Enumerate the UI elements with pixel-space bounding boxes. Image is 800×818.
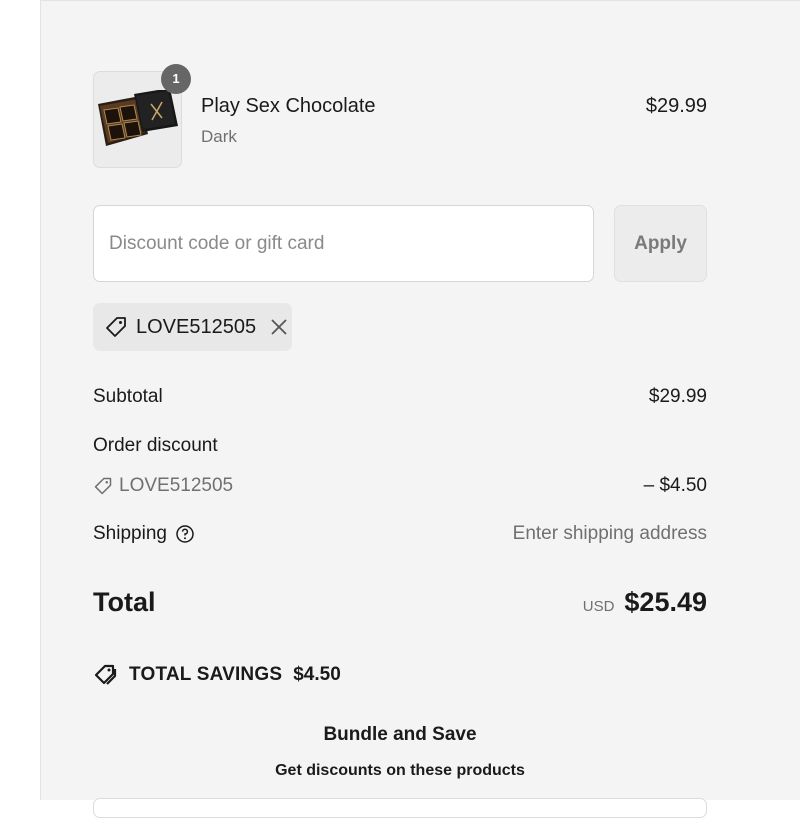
total-label: Total: [93, 587, 156, 617]
chocolate-box-image: [98, 90, 178, 146]
applied-discount-code: LOVE512505: [136, 315, 257, 338]
apply-discount-button[interactable]: Apply: [614, 205, 707, 282]
savings-tag-icon: [94, 664, 117, 685]
close-icon[interactable]: [268, 316, 290, 338]
discount-code-input[interactable]: [93, 205, 594, 282]
discount-form: Apply: [93, 205, 707, 282]
order-discount-row: Order discount: [93, 435, 707, 461]
discount-code-row: LOVE512505 – $4.50: [93, 475, 707, 501]
product-line-item: 1 Play Sex Chocolate Dark $29.99: [93, 64, 707, 169]
shipping-label: Shipping: [93, 523, 167, 544]
help-icon[interactable]: [175, 524, 195, 544]
product-variant: Dark: [201, 127, 237, 146]
quantity-badge: 1: [161, 64, 191, 94]
bundle-product-card[interactable]: [93, 798, 707, 818]
total-savings: TOTAL SAVINGS $4.50: [93, 661, 341, 689]
applied-discount-chip: LOVE512505: [93, 303, 292, 351]
total-savings-label: TOTAL SAVINGS: [129, 664, 283, 685]
total-row: Total USD $25.49: [93, 587, 707, 623]
subtotal-value: $29.99: [648, 386, 707, 407]
shipping-value: Enter shipping address: [512, 523, 707, 544]
total-savings-amount: $4.50: [293, 664, 341, 685]
bundle-subtitle: Get discounts on these products: [275, 762, 525, 779]
tag-icon: [94, 477, 112, 495]
tag-icon: [106, 317, 126, 337]
discount-value: – $4.50: [643, 475, 707, 496]
product-name: Play Sex Chocolate: [201, 95, 376, 117]
discount-code-label: LOVE512505: [119, 475, 234, 496]
product-thumbnail: 1: [93, 64, 191, 168]
bundle-title: Bundle and Save: [323, 724, 477, 745]
subtotal-row: Subtotal $29.99: [93, 386, 707, 412]
order-summary-panel: 1 Play Sex Chocolate Dark $29.99 Apply L…: [41, 0, 800, 818]
order-discount-label: Order discount: [93, 435, 218, 456]
total-value: $25.49: [624, 587, 707, 617]
shipping-row: Shipping Enter shipping address: [93, 523, 707, 549]
currency-code: USD: [582, 598, 615, 615]
subtotal-label: Subtotal: [93, 386, 163, 407]
product-price: $29.99: [645, 95, 707, 117]
page-left-area: [0, 0, 41, 800]
